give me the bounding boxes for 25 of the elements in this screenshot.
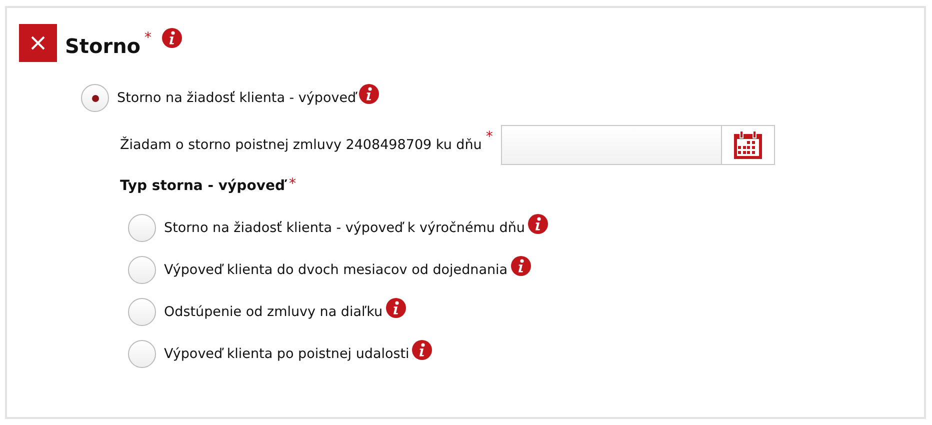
section-title: Storno xyxy=(65,34,141,58)
option-label: Výpoveď klienta po poistnej udalosti xyxy=(164,346,410,362)
info-icon[interactable] xyxy=(510,256,531,276)
option-label: Odstúpenie od zmluvy na diaľku xyxy=(164,304,383,320)
required-mark: * xyxy=(486,129,493,145)
calendar-icon[interactable] xyxy=(732,129,764,161)
group-title: Typ storna - výpoveď xyxy=(120,178,285,194)
required-mark: * xyxy=(288,176,296,192)
option-label: Storno na žiadosť klienta - výpoveď xyxy=(117,90,356,106)
close-icon[interactable] xyxy=(19,24,57,62)
radio-button[interactable] xyxy=(128,256,156,284)
info-icon[interactable] xyxy=(528,214,548,234)
date-field[interactable] xyxy=(500,125,775,165)
radio-button[interactable] xyxy=(128,340,156,368)
field-label: Žiadam o storno poistnej zmluvy 2408498709 ku dňu xyxy=(120,137,482,153)
radio-button[interactable] xyxy=(128,298,156,326)
info-icon[interactable] xyxy=(162,28,182,48)
required-mark: * xyxy=(144,30,152,46)
radio-button[interactable] xyxy=(81,84,109,112)
info-icon[interactable] xyxy=(412,340,432,360)
info-icon[interactable] xyxy=(359,84,380,104)
option-label: Výpoveď klienta do dvoch mesiacov od dojednania xyxy=(164,262,508,278)
option-label: Storno na žiadosť klienta - výpoveď k výročnému dňu xyxy=(164,220,525,236)
info-icon[interactable] xyxy=(386,298,406,318)
radio-button[interactable] xyxy=(128,214,156,242)
